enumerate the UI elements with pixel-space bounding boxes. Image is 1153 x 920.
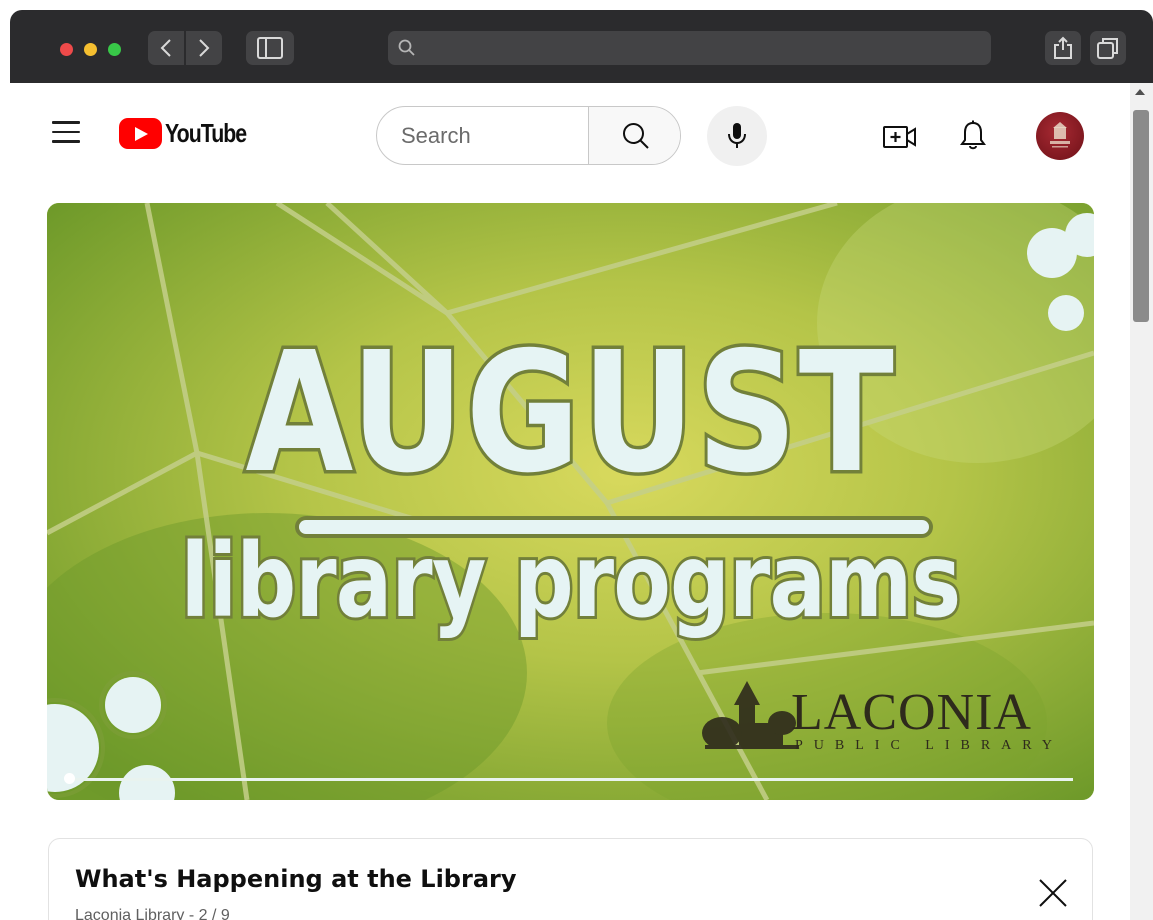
zoom-window-button[interactable] <box>108 43 121 56</box>
youtube-page: YouTube Search AUGUST library programs L… <box>10 83 1130 920</box>
library-logo-name: LACONIA <box>791 684 1032 741</box>
share-button[interactable] <box>1045 31 1081 65</box>
scroll-up-arrow-icon[interactable] <box>1135 89 1145 95</box>
playlist-meta[interactable]: Laconia Library - 2 / 9 <box>75 907 230 920</box>
notifications-button[interactable] <box>956 117 990 155</box>
youtube-logo[interactable]: YouTube <box>119 116 269 150</box>
close-icon[interactable] <box>1037 877 1069 909</box>
scrollbar-thumb[interactable] <box>1133 110 1149 322</box>
channel-avatar <box>1050 122 1070 148</box>
create-video-icon <box>883 126 916 148</box>
back-icon <box>160 39 171 57</box>
search-bar <box>376 106 681 165</box>
sidebar-icon <box>257 37 283 59</box>
forward-icon <box>199 39 210 57</box>
tab-overview-button[interactable] <box>1090 31 1126 65</box>
video-progress-knob[interactable] <box>64 773 75 784</box>
account-avatar[interactable] <box>1036 112 1084 160</box>
search-icon <box>398 39 415 56</box>
share-icon <box>1054 36 1072 59</box>
video-progress-bar[interactable] <box>65 778 1073 781</box>
playlist-title[interactable]: What's Happening at the Library <box>75 865 517 893</box>
forward-button[interactable] <box>186 31 222 65</box>
address-bar[interactable] <box>388 31 991 65</box>
bell-icon <box>960 120 986 150</box>
browser-toolbar <box>10 10 1153 83</box>
page-scrollbar[interactable] <box>1130 83 1153 920</box>
browser-window: YouTube Search AUGUST library programs L… <box>10 10 1153 920</box>
video-player[interactable]: AUGUST library programs LACONIA PUBLIC L… <box>47 203 1094 800</box>
library-logo-subtitle: PUBLIC LIBRARY <box>795 738 1063 753</box>
microphone-icon <box>728 123 746 148</box>
youtube-play-icon <box>119 117 162 149</box>
tabs-icon <box>1097 38 1118 59</box>
youtube-wordmark: YouTube <box>165 117 247 148</box>
back-button[interactable] <box>148 31 184 65</box>
close-window-button[interactable] <box>60 43 73 56</box>
minimize-window-button[interactable] <box>84 43 97 56</box>
menu-icon[interactable] <box>52 121 80 143</box>
video-title-main: AUGUST <box>242 317 896 510</box>
sidebar-toggle-button[interactable] <box>246 31 294 65</box>
search-input[interactable] <box>377 107 587 164</box>
playlist-panel: What's Happening at the Library Laconia … <box>48 838 1093 920</box>
voice-search-button[interactable] <box>707 106 767 166</box>
search-button[interactable] <box>588 107 680 164</box>
create-button[interactable] <box>882 121 918 153</box>
video-title-sub: library programs <box>178 522 963 641</box>
search-icon <box>623 122 649 149</box>
